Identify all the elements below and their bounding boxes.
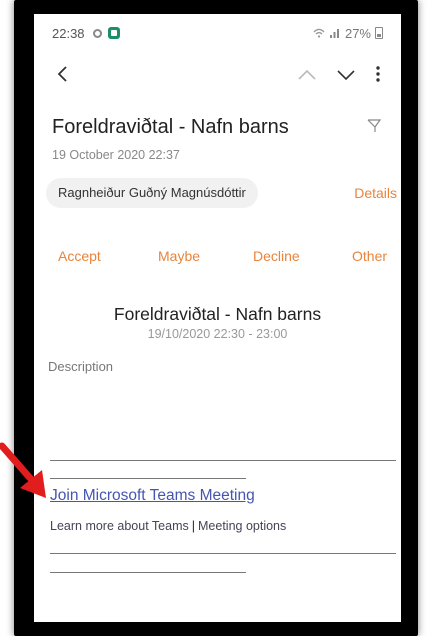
signal-icon — [329, 29, 339, 38]
location-icon — [92, 28, 102, 38]
status-bar: 22:38 27% — [52, 22, 383, 44]
more-vertical-icon[interactable] — [375, 64, 381, 84]
join-teams-meeting-link[interactable]: Join Microsoft Teams Meeting — [50, 487, 255, 505]
details-button[interactable]: Details — [354, 185, 397, 201]
battery-icon — [375, 27, 383, 39]
email-subject: Foreldraviðtal - Nafn barns — [52, 116, 289, 138]
meeting-options-link[interactable]: Meeting options — [198, 519, 286, 533]
teams-links-row: Learn more about Teams | Meeting options — [50, 519, 286, 533]
other-button[interactable]: Other — [352, 248, 387, 264]
description-label: Description — [48, 359, 114, 374]
toolbar — [34, 54, 401, 94]
status-time: 22:38 — [52, 25, 85, 41]
wifi-icon — [313, 28, 325, 38]
maybe-button[interactable]: Maybe — [158, 248, 200, 264]
flag-icon[interactable] — [367, 118, 381, 134]
sender-chip[interactable]: Ragnheiður Guðný Magnúsdóttir — [46, 178, 258, 208]
red-arrow-icon — [0, 442, 46, 498]
divider-line-short — [50, 572, 246, 573]
status-right: 27% — [313, 26, 383, 41]
divider-line — [50, 460, 396, 461]
battery-percent: 27% — [344, 25, 371, 41]
decline-button[interactable]: Decline — [253, 248, 300, 264]
accept-button[interactable]: Accept — [58, 248, 101, 264]
phone-screen: 22:38 27% Foreldraviðtal - Nafn barns 19… — [34, 14, 401, 622]
back-arrow-icon[interactable] — [54, 64, 72, 84]
rsvp-actions: Accept Maybe Decline Other — [34, 248, 401, 270]
link-separator: | — [191, 519, 195, 533]
chevron-up-icon[interactable] — [296, 68, 318, 82]
event-title: Foreldraviðtal - Nafn barns — [113, 304, 322, 324]
learn-more-teams-link[interactable]: Learn more about Teams — [50, 519, 189, 533]
event-time: 19/10/2020 22:30 - 23:00 — [147, 327, 288, 341]
divider-line — [50, 553, 396, 554]
app-notification-icon — [107, 27, 120, 39]
divider-line-short — [50, 478, 246, 479]
chevron-down-icon[interactable] — [335, 68, 357, 82]
email-date: 19 October 2020 22:37 — [52, 148, 180, 162]
